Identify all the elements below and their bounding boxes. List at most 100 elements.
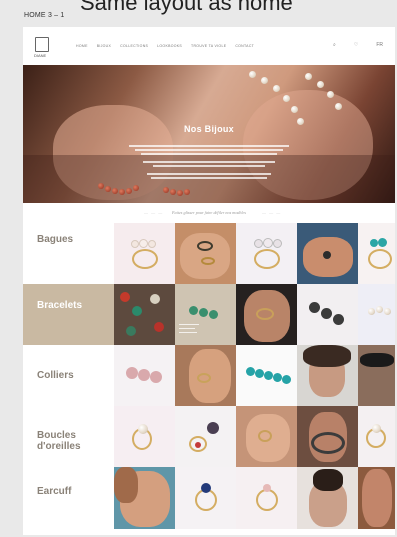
stone xyxy=(282,375,291,384)
category-label[interactable]: Bagues xyxy=(37,234,73,246)
category-row-colliers[interactable]: Colliers xyxy=(23,345,395,406)
product-tile[interactable] xyxy=(297,467,358,529)
category-label[interactable]: Bracelets xyxy=(37,300,82,312)
ring xyxy=(197,241,213,251)
product-tile[interactable] xyxy=(236,406,297,467)
bead xyxy=(184,189,190,195)
product-tile[interactable] xyxy=(297,223,358,284)
product-tile[interactable] xyxy=(175,406,236,467)
product-tile[interactable] xyxy=(358,467,395,529)
product-tile[interactable] xyxy=(114,345,175,406)
stone xyxy=(209,310,218,319)
stone xyxy=(370,239,378,247)
hero-title: Nos Bijoux xyxy=(183,124,234,134)
language-switch[interactable]: FR xyxy=(376,42,383,48)
product-tile[interactable] xyxy=(236,467,297,529)
pearl xyxy=(376,306,383,313)
product-tile[interactable] xyxy=(114,284,175,345)
hair xyxy=(313,469,343,491)
bead xyxy=(177,190,183,196)
stone xyxy=(195,442,201,448)
product-tile[interactable] xyxy=(175,223,236,284)
stone xyxy=(323,251,331,259)
product-tile[interactable] xyxy=(236,223,297,284)
necklace xyxy=(311,432,345,454)
product-tile[interactable] xyxy=(358,284,395,345)
nav-home[interactable]: HOME xyxy=(76,44,88,48)
pearl xyxy=(273,85,280,92)
pearl xyxy=(138,424,148,434)
category-row-bagues[interactable]: Bagues xyxy=(23,223,395,284)
pearl xyxy=(261,77,268,84)
product-tile[interactable] xyxy=(236,284,297,345)
nav-lookbooks[interactable]: LOOKBOOKS xyxy=(157,44,182,48)
stone xyxy=(333,314,344,325)
bead xyxy=(112,188,118,194)
pearl xyxy=(283,95,290,102)
nav-bijoux[interactable]: BIJOUX xyxy=(97,44,111,48)
hero-text-line xyxy=(143,161,275,163)
row-label-bg: Bracelets xyxy=(23,284,114,345)
pearl xyxy=(327,91,334,98)
nav-trouve[interactable]: TROUVE TA VIOLE xyxy=(191,44,226,48)
header-icons: ⌕ ♡ FR xyxy=(333,42,383,48)
category-label[interactable]: Earcuff xyxy=(37,486,71,498)
stone xyxy=(154,322,164,332)
bead xyxy=(133,185,139,191)
scroll-hint: Faites glisser pour faire défiler nos mo… xyxy=(171,210,247,215)
product-tile[interactable] xyxy=(114,223,175,284)
hair xyxy=(303,345,351,367)
product-tile[interactable] xyxy=(114,467,175,529)
category-label[interactable]: Colliers xyxy=(37,370,74,382)
bead xyxy=(170,189,176,195)
category-row-boucles[interactable]: Boucles d'oreilles xyxy=(23,406,395,467)
product-tile[interactable] xyxy=(358,223,395,284)
hand-image xyxy=(180,233,230,279)
nav-collections[interactable]: COLLECTIONS xyxy=(120,44,148,48)
stone xyxy=(126,367,138,379)
product-tile[interactable] xyxy=(175,284,236,345)
top-annotation: Same layout as home xyxy=(80,0,293,15)
bracelet xyxy=(256,308,274,320)
pearl xyxy=(291,106,298,113)
frame-label: HOME 3 – 1 xyxy=(24,12,65,19)
page-artboard: DIANE HOME BIJOUX COLLECTIONS LOOKBOOKS … xyxy=(23,27,395,535)
product-tile[interactable] xyxy=(297,406,358,467)
stone xyxy=(378,238,387,247)
category-row-bracelets[interactable]: Bracelets xyxy=(23,284,395,345)
hero-text-line xyxy=(129,145,289,147)
stone xyxy=(126,326,136,336)
wishlist-icon[interactable]: ♡ xyxy=(354,42,358,48)
stone xyxy=(321,308,332,319)
product-tile[interactable] xyxy=(358,406,395,467)
bead xyxy=(119,189,125,195)
stone xyxy=(120,292,130,302)
stone xyxy=(254,239,263,248)
product-tile[interactable] xyxy=(358,345,395,406)
logo-icon[interactable] xyxy=(35,37,49,52)
nav-contact[interactable]: CONTACT xyxy=(235,44,254,48)
tile-text-line xyxy=(179,324,199,326)
bead xyxy=(98,183,104,189)
stone xyxy=(148,240,156,248)
logo-text: DIANE xyxy=(34,53,47,58)
stone xyxy=(131,240,139,248)
hero-text-line xyxy=(151,177,267,179)
stone xyxy=(189,306,198,315)
product-tile[interactable] xyxy=(175,467,236,529)
product-tile[interactable] xyxy=(114,406,175,467)
product-tile[interactable] xyxy=(297,284,358,345)
category-row-earcuff[interactable]: Earcuff xyxy=(23,467,395,529)
stone xyxy=(255,369,264,378)
row-label-bg: Boucles d'oreilles xyxy=(23,406,114,467)
search-icon[interactable]: ⌕ xyxy=(333,42,336,48)
product-tile[interactable] xyxy=(175,345,236,406)
stone xyxy=(132,306,142,316)
product-tile[interactable] xyxy=(236,345,297,406)
bead xyxy=(163,187,169,193)
category-label[interactable]: Boucles d'oreilles xyxy=(37,430,107,452)
pearl xyxy=(249,71,256,78)
stone xyxy=(263,238,273,248)
product-tile[interactable] xyxy=(297,345,358,406)
stone xyxy=(150,371,162,383)
